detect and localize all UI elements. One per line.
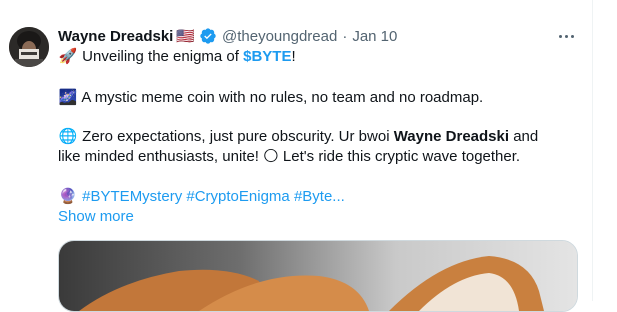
hashtag-link[interactable]: #CryptoEnigma (186, 188, 289, 205)
text-segment: Zero expectations, just pure obscurity. … (82, 128, 394, 145)
tweet-media-image[interactable] (58, 240, 578, 312)
crystal-ball-icon: 🔮 (58, 188, 78, 205)
show-more-link[interactable]: Show more (58, 207, 134, 227)
hashtag-link[interactable]: #Byte... (294, 188, 345, 205)
tweet-text-line: 🌐 Zero expectations, just pure obscurity… (58, 127, 539, 147)
hashtag-link[interactable]: #BYTEMystery (82, 188, 182, 205)
milky-way-icon: 🌌 (58, 89, 78, 106)
text-segment: A mystic meme coin with no rules, no tea… (81, 89, 484, 106)
author-name[interactable]: Wayne Dreadski (58, 28, 173, 45)
text-segment: Unveiling the enigma of (82, 48, 244, 65)
full-moon-icon: 🌕 (263, 148, 279, 165)
tweet-text-line: 🚀 Unveiling the enigma of $BYTE! (58, 47, 296, 67)
tweet-hashtag-line: 🔮 #BYTEMystery #CryptoEnigma #Byte... (58, 187, 345, 207)
verified-badge-icon (199, 27, 217, 45)
rocket-icon: 🚀 (58, 48, 78, 65)
bold-text: Wayne Dreadski (393, 128, 510, 145)
globe-icon: 🌐 (58, 128, 78, 145)
avatar[interactable] (9, 27, 49, 67)
cashtag-link[interactable]: $BYTE (243, 48, 291, 65)
text-segment: Let's ride this cryptic wave together. (278, 148, 521, 165)
timeline-divider (592, 0, 593, 301)
separator-dot: · (342, 27, 348, 45)
tweet-text-line: like minded enthusiasts, unite! 🌕 Let's … (58, 147, 520, 167)
author-handle[interactable]: @theyoungdread (222, 28, 337, 45)
tweet-date[interactable]: Jan 10 (352, 28, 397, 45)
us-flag-icon: 🇺🇸 (176, 28, 196, 45)
text-segment: and (509, 128, 539, 145)
text-segment: like minded enthusiasts, unite! (58, 148, 264, 165)
avatar-image (9, 27, 49, 67)
tweet-text-line: 🌌 A mystic meme coin with no rules, no t… (58, 88, 484, 108)
text-segment: ! (291, 48, 296, 65)
tweet-header: Wayne Dreadski 🇺🇸 @theyoungdread · Jan 1… (58, 26, 397, 46)
more-options-icon[interactable] (556, 27, 576, 45)
